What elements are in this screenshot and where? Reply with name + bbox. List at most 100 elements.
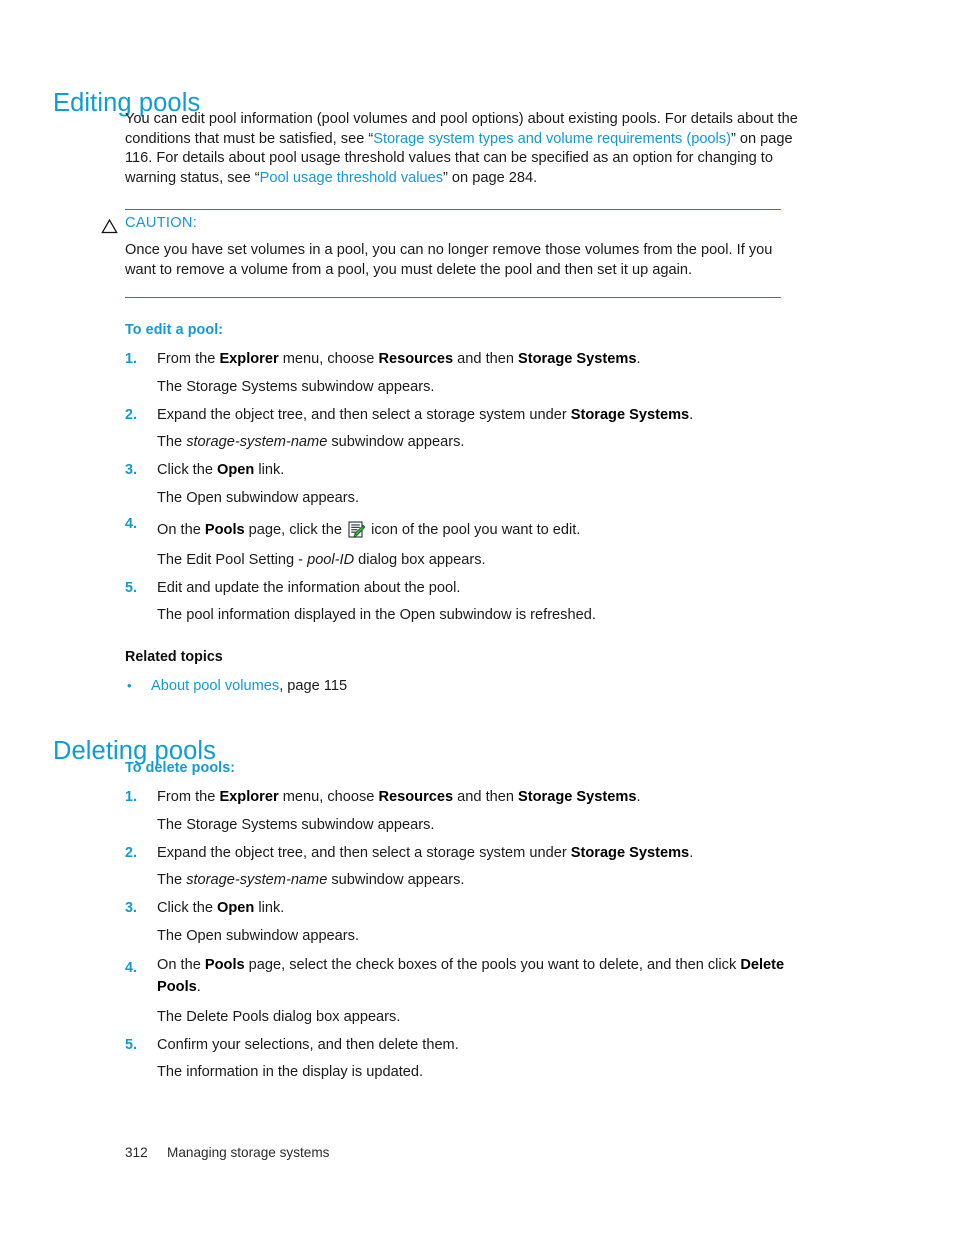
step-text-fragment: On the [157,521,205,538]
list-item: • About pool volumes, page 115 [125,676,745,696]
procedure-heading-delete-pools: To delete pools: [125,760,236,776]
placeholder-storage-system-name: storage-system-name [186,434,328,451]
ui-term-explorer: Explorer [219,789,279,805]
step-item: 3. Click the Open link. The Open subwind… [125,895,801,951]
step-number: 4. [125,515,137,532]
step-text: On the Pools page, select the check boxe… [157,954,801,999]
step-number: 2. [125,406,137,423]
edit-pool-icon [348,521,366,538]
step-result: The Storage Systems subwindow appears. [157,378,435,395]
step-result: The Storage Systems subwindow appears. [157,816,435,833]
step-result: The Delete Pools dialog box appears. [157,1008,401,1025]
step-text-fragment: link. [254,462,285,479]
related-item-suffix: , page 115 [279,678,348,694]
result-fragment: dialog box appears. [354,551,486,568]
step-item: 3. Click the Open link. The Open subwind… [125,457,801,513]
caution-text: Once you have set volumes in a pool, you… [125,242,773,278]
ui-term-storage-systems: Storage Systems [570,844,690,861]
caution-top-rule [125,209,781,210]
step-item: 5. Edit and update the information about… [125,575,801,631]
intro-text-part-3: ” on page 284. [443,169,538,186]
step-text-fragment: . [636,351,641,367]
result-fragment: subwindow appears. [327,872,465,889]
step-text-fragment: menu, choose [278,789,379,805]
step-text-fragment: Expand the object tree, and then select … [157,406,571,423]
xref-pool-usage-threshold-values[interactable]: Pool usage threshold values [260,170,443,186]
caution-bottom-rule [125,297,781,299]
step-text-fragment: page, select the check boxes of the pool… [244,956,741,973]
step-text-fragment: Click the [157,900,218,917]
ui-term-explorer: Explorer [219,351,279,367]
related-topics-heading: Related topics [125,649,223,665]
step-text: Click the Open link. [157,895,801,923]
step-text-fragment: page, click the [244,521,347,538]
step-text: Click the Open link. [157,457,801,485]
step-item: 2. Expand the object tree, and then sele… [125,840,801,896]
step-text: From the Explorer menu, choose Resources… [157,784,801,812]
step-item: 2. Expand the object tree, and then sele… [125,402,801,458]
step-text-fragment: On the [157,956,205,973]
step-number: 1. [125,351,137,367]
step-result: The Edit Pool Setting - pool-ID dialog b… [157,547,801,575]
step-number: 3. [125,900,137,917]
ui-term-resources: Resources [378,351,454,367]
ui-term-open: Open [217,900,255,917]
step-text-fragment: From the [157,789,220,805]
edit-pool-steps-list: 1. From the Explorer menu, choose Resour… [125,346,801,630]
step-number: 5. [125,1036,137,1053]
procedure-heading-edit-pool: To edit a pool: [125,322,224,338]
step-number: 5. [125,579,137,596]
bullet-icon: • [127,678,132,693]
step-text: Edit and update the information about th… [157,579,461,596]
step-item: 1. From the Explorer menu, choose Resour… [125,346,801,402]
step-item: 1. From the Explorer menu, choose Resour… [125,784,801,840]
editing-pools-intro-paragraph: You can edit pool information (pool volu… [125,110,801,188]
step-text-fragment: From the [157,351,220,367]
delete-pools-steps-list: 1. From the Explorer menu, choose Resour… [125,784,801,1087]
ui-term-open: Open [217,462,255,479]
step-text: On the Pools page, click the icon of the… [157,513,801,547]
result-fragment: subwindow appears. [327,434,465,451]
step-text-fragment: . [196,979,201,996]
step-number: 3. [125,462,137,479]
caution-admonition: CAUTION: Once you have set volumes in a … [101,209,801,299]
caution-label: CAUTION: [125,215,198,231]
step-number: 2. [125,844,137,861]
ui-term-pools: Pools [204,521,245,538]
ui-term-storage-systems: Storage Systems [570,406,690,423]
xref-about-pool-volumes[interactable]: About pool volumes [151,678,279,694]
ui-term-resources: Resources [378,789,454,805]
related-topics-list: • About pool volumes, page 115 [125,676,745,696]
placeholder-pool-id: pool-ID [307,551,355,568]
step-text-fragment: Click the [157,462,218,479]
step-item: 4. On the Pools page, select the check b… [125,954,801,1032]
step-number: 1. [125,789,137,805]
document-page: Editing pools You can edit pool informat… [0,0,954,1235]
footer-chapter-title: Managing storage systems [167,1145,330,1160]
step-number: 4. [125,959,137,976]
step-result: The pool information displayed in the Op… [157,607,596,624]
step-result: The storage-system-name subwindow appear… [157,429,801,457]
step-item: 5. Confirm your selections, and then del… [125,1032,801,1088]
step-text-fragment: . [689,406,694,423]
step-text: From the Explorer menu, choose Resources… [157,346,801,374]
step-result: The information in the display is update… [157,1064,424,1081]
step-text: Expand the object tree, and then select … [157,840,801,868]
step-text: Expand the object tree, and then select … [157,402,801,430]
result-fragment: The Edit Pool Setting - [157,551,308,568]
caution-header: CAUTION: [101,214,801,235]
ui-term-storage-systems: Storage Systems [518,789,637,805]
step-text-fragment: Expand the object tree, and then select … [157,844,571,861]
step-text-fragment: link. [254,900,285,917]
step-result: The Open subwindow appears. [157,489,360,506]
step-text-fragment: and then [453,351,519,367]
xref-storage-system-types[interactable]: Storage system types and volume requirem… [373,131,731,147]
step-item: 4. On the Pools page, click the icon of … [125,513,801,575]
step-result: The Open subwindow appears. [157,927,360,944]
page-footer: 312 Managing storage systems [125,1145,825,1235]
ui-term-pools: Pools [204,956,245,973]
ui-term-storage-systems: Storage Systems [518,351,637,367]
step-text-fragment: . [636,789,641,805]
step-text-fragment: and then [453,789,519,805]
step-result: The storage-system-name subwindow appear… [157,867,801,895]
